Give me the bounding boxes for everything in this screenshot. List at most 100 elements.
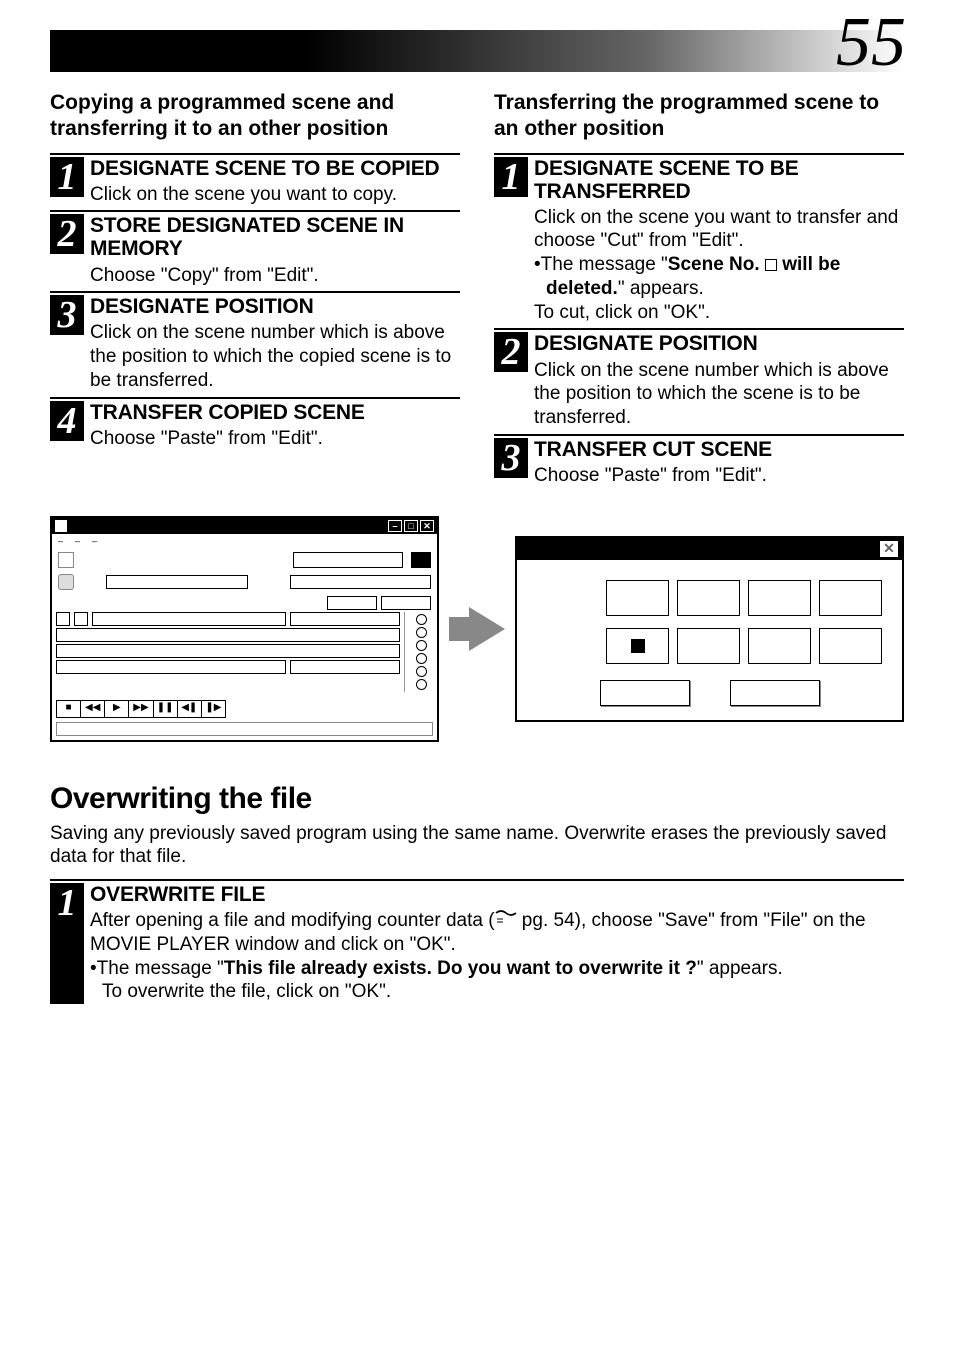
titlebar: – □ ✕ xyxy=(52,518,437,534)
dialog-button[interactable] xyxy=(730,680,820,706)
close-button[interactable]: ✕ xyxy=(880,541,898,557)
id-cell[interactable] xyxy=(606,580,669,616)
play-button[interactable]: ▶ xyxy=(105,701,129,717)
input-field[interactable] xyxy=(290,575,432,589)
close-button[interactable]: ✕ xyxy=(420,520,434,532)
left-step-1: 1 DESIGNATE SCENE TO BE COPIED Click on … xyxy=(50,153,460,207)
id-cell-selected[interactable] xyxy=(606,628,669,664)
step-bullet: •The message "Scene No. will be deleted.… xyxy=(534,253,904,301)
step-number: 3 xyxy=(50,295,84,335)
scene-list xyxy=(56,612,405,692)
id-row xyxy=(537,628,882,664)
left-step-3: 3 DESIGNATE POSITION Click on the scene … xyxy=(50,291,460,392)
record-button[interactable] xyxy=(411,552,431,568)
step-heading: DESIGNATE SCENE TO BE COPIED xyxy=(90,157,460,180)
id-cell[interactable] xyxy=(748,580,811,616)
dropdown[interactable] xyxy=(293,552,403,568)
id-cell[interactable] xyxy=(819,580,882,616)
app-icon xyxy=(55,520,67,532)
titlebar: ✕ xyxy=(517,538,902,560)
step-heading: OVERWRITE FILE xyxy=(90,883,904,906)
movie-player-window: – □ ✕ – – – xyxy=(50,516,439,742)
step-number: 3 xyxy=(494,438,528,478)
id-cell[interactable] xyxy=(819,628,882,664)
step-heading: DESIGNATE POSITION xyxy=(534,332,904,355)
power-button[interactable] xyxy=(58,574,74,590)
minimize-button[interactable]: – xyxy=(388,520,402,532)
list-row[interactable] xyxy=(56,644,400,658)
right-step-2: 2 DESIGNATE POSITION Click on the scene … xyxy=(494,328,904,429)
step-tail: To overwrite the file, click on "OK". xyxy=(90,980,904,1004)
menu-item[interactable]: – xyxy=(58,536,63,546)
step-number: 1 xyxy=(50,157,84,197)
page-number: 55 xyxy=(836,8,906,78)
step-number: 4 xyxy=(50,401,84,441)
overwrite-heading: Overwriting the file xyxy=(50,782,904,816)
input-field[interactable] xyxy=(106,575,248,589)
step-bullet: •The message "This file already exists. … xyxy=(90,957,904,981)
right-step-1: 1 DESIGNATE SCENE TO BE TRANSFERRED Clic… xyxy=(494,153,904,325)
header-banner xyxy=(50,30,904,72)
radio-column xyxy=(409,612,433,692)
step-text: After opening a file and modifying count… xyxy=(90,909,904,957)
stop-button[interactable]: ■ xyxy=(57,701,81,717)
left-section-title: Copying a programmed scene and transferr… xyxy=(50,90,460,143)
step-heading: DESIGNATE POSITION xyxy=(90,295,460,318)
step-text: Choose "Paste" from "Edit". xyxy=(90,427,460,451)
placeholder-box-icon xyxy=(765,259,777,271)
left-step-4: 4 TRANSFER COPIED SCENE Choose "Paste" f… xyxy=(50,397,460,451)
page-ref-icon xyxy=(495,913,517,927)
status-bar xyxy=(56,722,433,736)
id-cell[interactable] xyxy=(677,580,740,616)
id-row xyxy=(537,580,882,616)
id-cell[interactable] xyxy=(677,628,740,664)
step-tail: To cut, click on "OK". xyxy=(534,301,904,325)
radio-button[interactable] xyxy=(416,627,427,638)
rewind-button[interactable]: ◀◀ xyxy=(81,701,105,717)
step-text: Click on the scene number which is above… xyxy=(90,321,460,392)
left-step-2: 2 STORE DESIGNATED SCENE IN MEMORY Choos… xyxy=(50,210,460,287)
overwrite-intro: Saving any previously saved program usin… xyxy=(50,822,904,870)
pause-button[interactable]: ❚❚ xyxy=(154,701,178,717)
transport-controls: ■ ◀◀ ▶ ▶▶ ❚❚ ◀❚ ❚▶ xyxy=(56,700,226,718)
toolbar xyxy=(52,548,437,574)
step-heading: TRANSFER COPIED SCENE xyxy=(90,401,460,424)
step-back-button[interactable]: ◀❚ xyxy=(178,701,202,717)
step-heading: TRANSFER CUT SCENE xyxy=(534,438,904,461)
list-row[interactable] xyxy=(56,628,400,642)
step-number: 1 xyxy=(494,157,528,197)
step-text: Click on the scene number which is above… xyxy=(534,359,904,430)
menu-item[interactable]: – xyxy=(75,536,80,546)
right-section-title: Transferring the programmed scene to an … xyxy=(494,90,904,143)
step-number: 2 xyxy=(494,332,528,372)
overwrite-step-1: 1 OVERWRITE FILE After opening a file an… xyxy=(50,879,904,1004)
step-number: 1 xyxy=(50,883,84,1004)
step-text: Click on the scene you want to copy. xyxy=(90,183,460,207)
step-fwd-button[interactable]: ❚▶ xyxy=(202,701,225,717)
list-row[interactable] xyxy=(56,612,400,626)
list-row[interactable] xyxy=(56,660,400,674)
radio-button[interactable] xyxy=(416,679,427,690)
arrow-right-icon xyxy=(449,607,505,651)
radio-button[interactable] xyxy=(416,653,427,664)
step-heading: DESIGNATE SCENE TO BE TRANSFERRED xyxy=(534,157,904,203)
maximize-button[interactable]: □ xyxy=(404,520,418,532)
step-text: Choose "Paste" from "Edit". xyxy=(534,464,904,488)
menu-bar: – – – xyxy=(52,534,437,548)
menu-item[interactable]: – xyxy=(92,536,97,546)
radio-button[interactable] xyxy=(416,666,427,677)
radio-button[interactable] xyxy=(416,614,427,625)
step-heading: STORE DESIGNATED SCENE IN MEMORY xyxy=(90,214,460,260)
dialog-button[interactable] xyxy=(600,680,690,706)
ff-button[interactable]: ▶▶ xyxy=(129,701,153,717)
step-text: Click on the scene you want to transfer … xyxy=(534,206,904,254)
counter-field[interactable] xyxy=(381,596,431,610)
right-step-3: 3 TRANSFER CUT SCENE Choose "Paste" from… xyxy=(494,434,904,488)
id-cell[interactable] xyxy=(748,628,811,664)
counter-field[interactable] xyxy=(327,596,377,610)
radio-button[interactable] xyxy=(416,640,427,651)
step-number: 2 xyxy=(50,214,84,254)
id-dialog-window: ✕ xyxy=(515,536,904,722)
step-text: Choose "Copy" from "Edit". xyxy=(90,264,460,288)
toolbar-button[interactable] xyxy=(58,552,74,568)
